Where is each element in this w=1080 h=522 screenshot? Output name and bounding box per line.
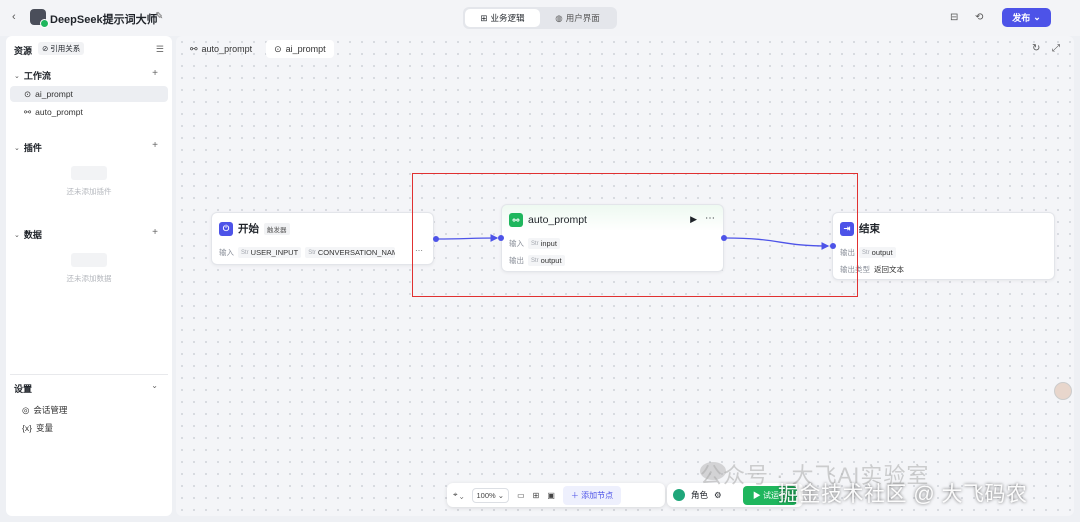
role-button[interactable]: 角色 — [691, 489, 708, 501]
start-node[interactable]: ⏻ 开始 触发器 输入 Str USER_INPUT Str CONVERSATION_… — [211, 212, 434, 265]
variable-icon: {x} — [22, 423, 32, 433]
data-empty-state: 还未添加数据 — [6, 253, 172, 284]
status-dot — [40, 19, 49, 28]
tab-business-logic[interactable]: ⊞ 业务逻辑 — [465, 9, 540, 27]
section-data[interactable]: ⌄ 数据 — [14, 228, 42, 241]
comment-icon[interactable]: ▭ — [517, 491, 525, 500]
tab-ai-prompt[interactable]: ⊙ ai_prompt — [266, 40, 334, 58]
resource-sidebar: 资源 ⊘ 引用关系 ☰ ⌄ 工作流 + ⊙ ai_prompt ⚯ auto_promp… — [6, 36, 172, 516]
param-tag: Str CONVERSATION_NAME — [305, 247, 396, 258]
logic-icon: ⊞ — [480, 12, 488, 23]
sidebar-item-auto-prompt[interactable]: ⚯ auto_prompt — [10, 104, 168, 120]
history-icon[interactable]: ⟲ — [975, 12, 983, 23]
workflow-icon: ⊙ — [274, 43, 282, 54]
edit-icon[interactable]: ✎ — [155, 11, 163, 22]
assistant-avatar[interactable] — [1054, 382, 1072, 400]
canvas-tabs: ⚯ auto_prompt ⊙ ai_prompt — [182, 40, 334, 58]
empty-illustration — [71, 166, 107, 180]
chevron-down-icon: ⌄ — [14, 231, 20, 239]
workflow-icon: ⚯ — [190, 43, 198, 54]
tab-user-interface[interactable]: ◍ 用户界面 — [540, 9, 615, 27]
add-data-icon[interactable]: + — [152, 227, 158, 238]
top-bar: ‹ DeepSeek提示词大师 ✎ ⊞ 业务逻辑 ◍ 用户界面 ⊟ ⟲ 发布 ⌄ — [0, 0, 1080, 36]
sidebar-item-conversation-management[interactable]: ◎ 会话管理 — [22, 404, 67, 416]
section-workflow[interactable]: ⌄ 工作流 — [14, 69, 51, 82]
add-node-button[interactable]: ＋ 添加节点 — [562, 485, 622, 505]
add-plugin-icon[interactable]: + — [152, 140, 158, 151]
tab-auto-prompt[interactable]: ⚯ auto_prompt — [182, 40, 260, 58]
expand-icon[interactable]: ⤢ — [1052, 43, 1060, 54]
plugins-empty-state: 还未添加插件 — [6, 166, 172, 197]
publish-button[interactable]: 发布 ⌄ — [1002, 8, 1051, 27]
resources-title: 资源 — [14, 46, 33, 56]
workflow-icon: ⚯ — [24, 106, 32, 117]
trigger-badge: 触发器 — [264, 222, 290, 235]
param-tag: Str USER_INPUT — [238, 247, 302, 258]
section-settings[interactable]: 设置 — [14, 382, 32, 395]
param-tag: Str output — [859, 247, 896, 258]
ui-icon: ◍ — [555, 12, 563, 23]
start-icon: ⏻ — [219, 221, 233, 236]
highlight-box — [412, 173, 858, 297]
zoom-select[interactable]: 100% ⌄ — [471, 487, 510, 503]
minimap-icon[interactable]: ▣ — [547, 491, 555, 500]
app-title: DeepSeek提示词大师 — [50, 14, 158, 26]
mouse-mode-icon[interactable]: ⌖ ⌄ — [453, 490, 464, 500]
chat-icon: ◎ — [22, 404, 30, 415]
chevron-down-icon: ⌄ — [1033, 12, 1041, 22]
watermark-juejin: 掘金技术社区 @ 大飞码农 — [778, 483, 1028, 506]
empty-illustration — [71, 253, 107, 267]
view-switcher: ⊞ 业务逻辑 ◍ 用户界面 — [463, 7, 617, 29]
divider — [10, 374, 168, 375]
add-workflow-icon[interactable]: + — [152, 68, 158, 79]
back-icon[interactable]: ‹ — [12, 11, 16, 23]
layout-icon[interactable]: ⊞ — [533, 491, 540, 500]
settings-icon[interactable]: ⚙ — [714, 490, 722, 501]
references-button[interactable]: ⊘ 引用关系 — [38, 42, 85, 55]
sidebar-item-variables[interactable]: {x} 变量 — [22, 422, 53, 434]
end-node[interactable]: ⇥ 结束 输出 Str output 输出类型 返回文本 — [832, 212, 1055, 280]
chevron-down-icon: ⌄ — [14, 72, 20, 80]
link-icon: ⊘ — [42, 44, 49, 53]
archive-icon[interactable]: ⊟ — [950, 12, 958, 23]
chevron-down-icon[interactable]: ⌄ — [151, 381, 158, 390]
app-avatar — [30, 9, 49, 28]
chevron-down-icon: ⌄ — [14, 144, 20, 152]
sidebar-item-ai-prompt[interactable]: ⊙ ai_prompt — [10, 86, 168, 102]
refresh-icon[interactable]: ↻ — [1032, 43, 1040, 54]
role-avatar — [673, 489, 685, 501]
canvas-toolbar: ⌖ ⌄ 100% ⌄ ▭ ⊞ ▣ ＋ 添加节点 — [447, 483, 665, 507]
workflow-icon: ⊙ — [24, 88, 32, 99]
section-plugins[interactable]: ⌄ 插件 — [14, 141, 42, 154]
collapse-sidebar-icon[interactable]: ☰ — [156, 44, 164, 55]
